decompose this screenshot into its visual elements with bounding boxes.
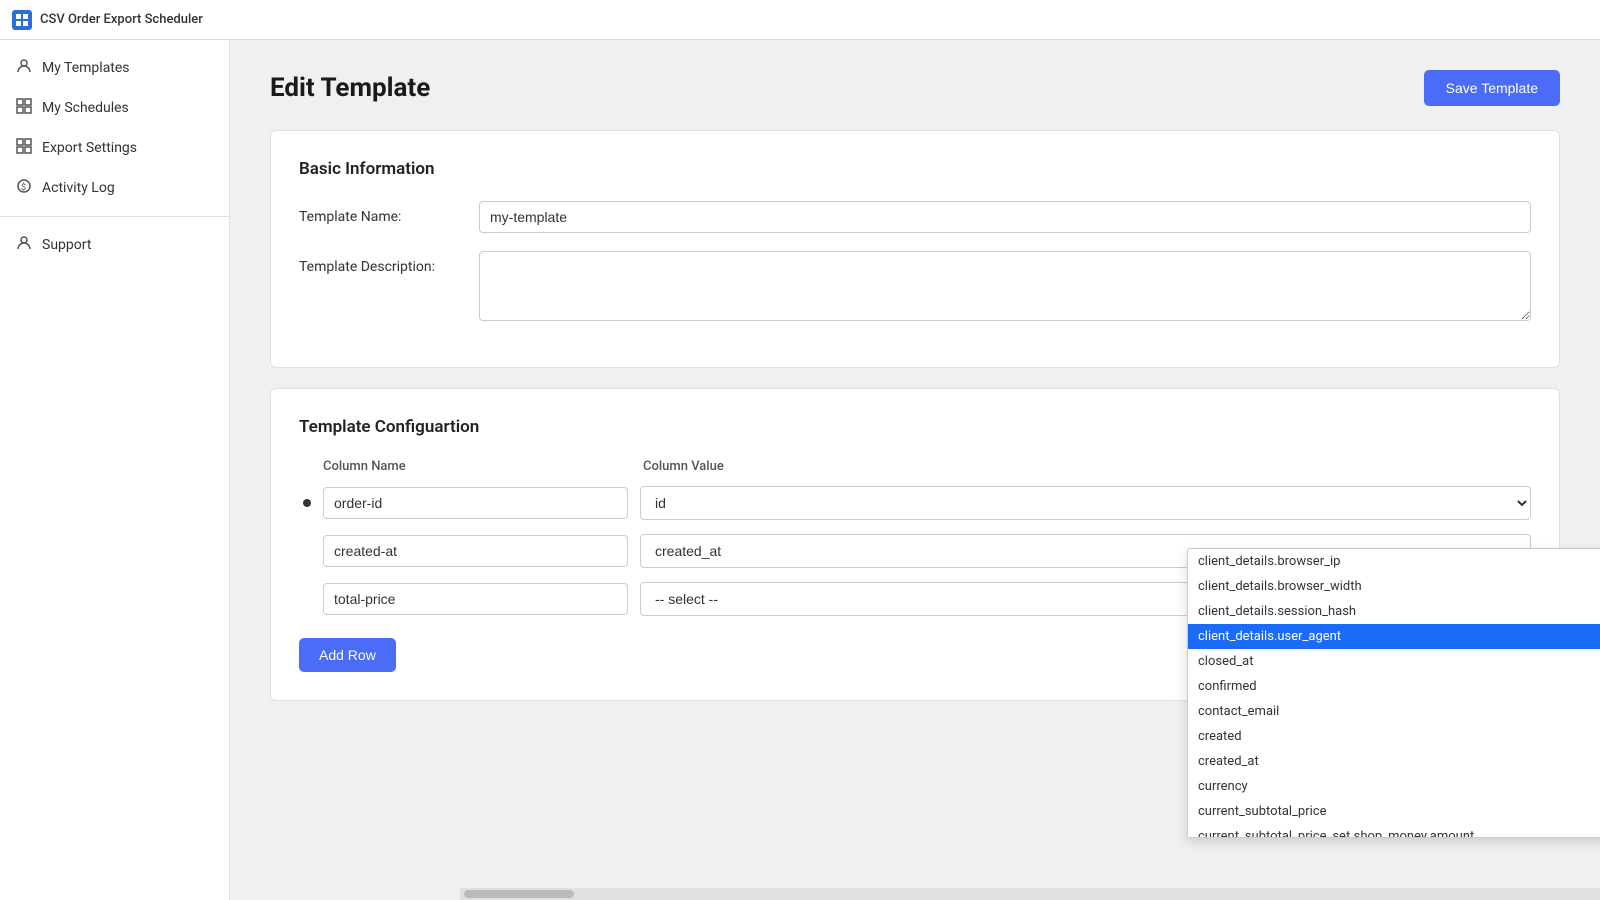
dropdown-item-11[interactable]: current_subtotal_price_set.shop_money.am… bbox=[1188, 824, 1600, 838]
dropdown-item-3[interactable]: client_details.user_agent bbox=[1188, 624, 1600, 649]
col-value-select-1[interactable]: id created_at currency bbox=[640, 486, 1531, 520]
main-content: Edit Template Save Template Basic Inform… bbox=[230, 40, 1600, 900]
col-header-value: Column Value bbox=[643, 459, 1531, 474]
template-desc-row: Template Description: bbox=[299, 251, 1531, 321]
dropdown-item-9[interactable]: currency bbox=[1188, 774, 1600, 799]
grid-icon-export bbox=[16, 138, 32, 158]
sidebar-label-my-schedules: My Schedules bbox=[42, 100, 129, 116]
grid-icon-schedules bbox=[16, 98, 32, 118]
col-name-input-1[interactable] bbox=[323, 487, 628, 519]
col-header-name: Column Name bbox=[323, 459, 643, 474]
dropdown-item-7[interactable]: created bbox=[1188, 724, 1600, 749]
svg-text:$: $ bbox=[21, 182, 26, 193]
col-name-input-3[interactable] bbox=[323, 583, 628, 615]
sidebar-item-support[interactable]: Support bbox=[0, 225, 229, 265]
save-template-button[interactable]: Save Template bbox=[1424, 70, 1560, 106]
sidebar-label-my-templates: My Templates bbox=[42, 60, 130, 76]
dropdown-item-0[interactable]: client_details.browser_ip bbox=[1188, 549, 1600, 574]
dropdown-item-5[interactable]: confirmed bbox=[1188, 674, 1600, 699]
template-desc-input[interactable] bbox=[479, 251, 1531, 321]
config-row-1: id created_at currency bbox=[299, 486, 1531, 520]
add-row-button[interactable]: Add Row bbox=[299, 638, 396, 672]
sidebar: My Templates My Schedules bbox=[0, 40, 230, 900]
col-name-input-2[interactable] bbox=[323, 535, 628, 567]
dropdown-overlay[interactable]: client_details.browser_ip client_details… bbox=[1187, 548, 1600, 838]
dropdown-item-2[interactable]: client_details.session_hash bbox=[1188, 599, 1600, 624]
template-name-row: Template Name: bbox=[299, 201, 1531, 233]
dropdown-item-4[interactable]: closed_at bbox=[1188, 649, 1600, 674]
person-icon-support bbox=[16, 235, 32, 255]
template-desc-label: Template Description: bbox=[299, 251, 459, 275]
config-headers: Column Name Column Value bbox=[299, 459, 1531, 474]
template-config-title: Template Configuartion bbox=[299, 417, 1531, 437]
person-icon bbox=[16, 58, 32, 78]
sidebar-item-my-schedules[interactable]: My Schedules bbox=[0, 88, 229, 128]
dropdown-item-10[interactable]: current_subtotal_price bbox=[1188, 799, 1600, 824]
dropdown-item-8[interactable]: created_at bbox=[1188, 749, 1600, 774]
sidebar-divider bbox=[0, 216, 229, 217]
page-title: Edit Template bbox=[270, 73, 430, 103]
sidebar-item-activity-log[interactable]: $ Activity Log bbox=[0, 168, 229, 208]
sidebar-label-activity-log: Activity Log bbox=[42, 180, 115, 196]
basic-info-title: Basic Information bbox=[299, 159, 1531, 179]
dollar-icon: $ bbox=[16, 178, 32, 198]
dropdown-item-1[interactable]: client_details.browser_width bbox=[1188, 574, 1600, 599]
top-bar: CSV Order Export Scheduler bbox=[0, 0, 1600, 40]
sidebar-label-export-settings: Export Settings bbox=[42, 140, 137, 156]
scrollbar-thumb bbox=[464, 890, 574, 898]
sidebar-label-support: Support bbox=[42, 237, 91, 253]
app-title: CSV Order Export Scheduler bbox=[40, 12, 203, 27]
sidebar-item-my-templates[interactable]: My Templates bbox=[0, 48, 229, 88]
basic-info-card: Basic Information Template Name: Templat… bbox=[270, 130, 1560, 368]
page-header: Edit Template Save Template bbox=[270, 70, 1560, 106]
horizontal-scrollbar[interactable] bbox=[460, 888, 1600, 900]
dropdown-item-6[interactable]: contact_email bbox=[1188, 699, 1600, 724]
app-icon bbox=[12, 10, 32, 30]
template-name-input[interactable] bbox=[479, 201, 1531, 233]
template-name-label: Template Name: bbox=[299, 201, 459, 225]
bullet-1 bbox=[303, 499, 311, 507]
sidebar-item-export-settings[interactable]: Export Settings bbox=[0, 128, 229, 168]
